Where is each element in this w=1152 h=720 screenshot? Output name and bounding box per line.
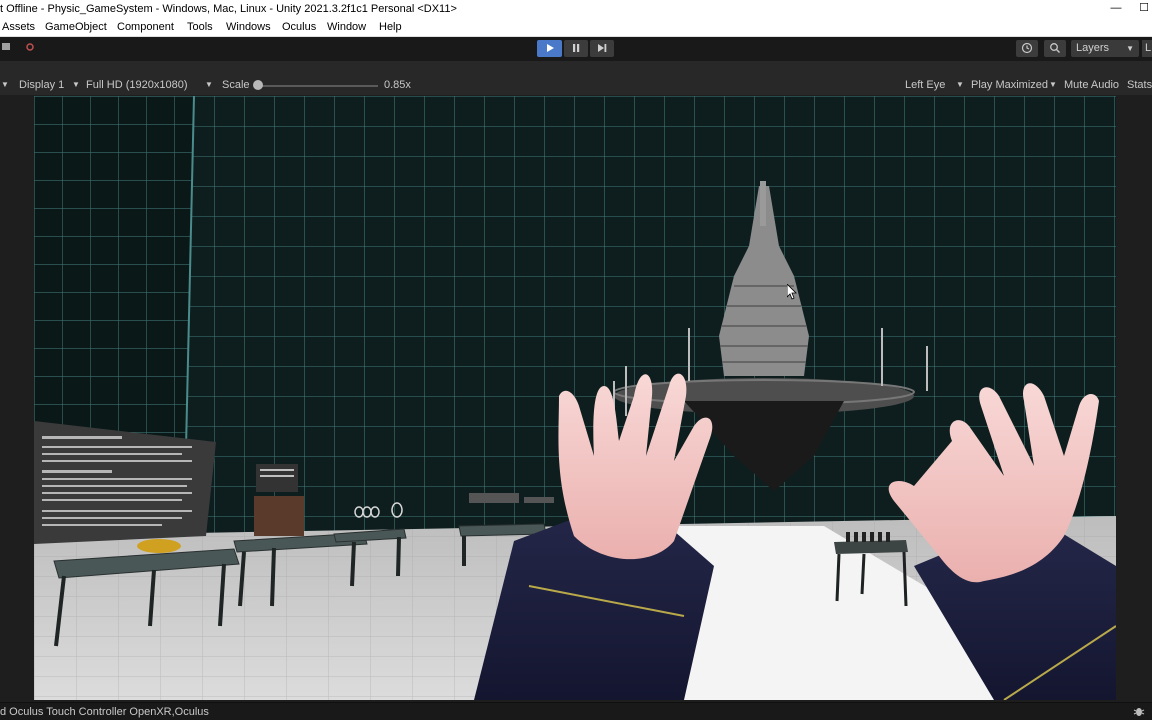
scale-value: 0.85x (384, 79, 411, 91)
menu-window[interactable]: Window (327, 21, 366, 33)
stats-toggle[interactable]: Stats (1127, 79, 1152, 91)
history-button[interactable] (1016, 40, 1038, 57)
menu-bar: Assets GameObject Component Tools Window… (0, 19, 1152, 37)
mute-audio-toggle[interactable]: Mute Audio (1064, 79, 1119, 91)
main-toolbar: Layers ▼ L (0, 37, 1152, 61)
layout-label: L (1145, 42, 1152, 54)
layers-dropdown[interactable]: Layers ▼ (1071, 40, 1139, 57)
window-title: t Offline - Physic_GameSystem - Windows,… (0, 3, 457, 15)
pause-button[interactable] (564, 40, 588, 57)
play-button[interactable] (537, 40, 562, 57)
window-title-bar: t Offline - Physic_GameSystem - Windows,… (0, 0, 1152, 19)
scene-render (34, 96, 1116, 700)
step-button[interactable] (590, 40, 614, 57)
search-button[interactable] (1044, 40, 1066, 57)
chevron-down-icon: ▼ (1126, 44, 1134, 53)
menu-help[interactable]: Help (379, 21, 402, 33)
chevron-down-icon: ▼ (205, 80, 213, 89)
resolution-dropdown[interactable]: Full HD (1920x1080) (86, 79, 188, 91)
status-message[interactable]: d Oculus Touch Controller OpenXR,Oculus (0, 706, 209, 718)
chevron-down-icon: ▼ (1, 80, 9, 89)
menu-windows[interactable]: Windows (226, 21, 271, 33)
viewport-margin-right (1116, 96, 1152, 700)
game-view-toolbar: ▼ Display 1 ▼ Full HD (1920x1080) ▼ Scal… (0, 75, 1152, 96)
history-icon (1021, 42, 1033, 54)
chevron-down-icon: ▼ (1049, 80, 1057, 89)
menu-gameobject[interactable]: GameObject (45, 21, 107, 33)
layers-label: Layers (1076, 42, 1110, 54)
status-bar: d Oculus Touch Controller OpenXR,Oculus (0, 702, 1152, 720)
scale-slider-thumb[interactable] (253, 80, 263, 90)
chevron-down-icon: ▼ (72, 80, 80, 89)
chevron-down-icon: ▼ (956, 80, 964, 89)
search-icon (1050, 43, 1060, 53)
display-dropdown[interactable]: Display 1 (19, 79, 64, 91)
viewport-margin-left (0, 96, 34, 700)
play-mode-dropdown[interactable]: Play Maximized (971, 79, 1048, 91)
pause-icon (573, 44, 580, 52)
game-viewport[interactable] (34, 96, 1116, 700)
mouse-cursor-icon (787, 284, 797, 300)
scale-label: Scale (222, 79, 250, 91)
step-icon (598, 44, 607, 52)
menu-oculus[interactable]: Oculus (282, 21, 316, 33)
eye-dropdown[interactable]: Left Eye (905, 79, 945, 91)
bug-icon[interactable] (1133, 705, 1147, 719)
layout-dropdown[interactable]: L (1142, 40, 1152, 57)
collab-icon[interactable] (22, 40, 38, 57)
menu-component[interactable]: Component (117, 21, 174, 33)
menu-tools[interactable]: Tools (187, 21, 213, 33)
minimize-icon[interactable]: — (1106, 0, 1126, 19)
folder-icon[interactable] (0, 40, 12, 57)
scale-slider-track[interactable] (258, 85, 378, 87)
play-icon (546, 44, 554, 52)
maximize-icon[interactable]: ☐ (1134, 0, 1152, 19)
menu-assets[interactable]: Assets (2, 21, 35, 33)
game-view-tab-strip (0, 61, 1152, 75)
